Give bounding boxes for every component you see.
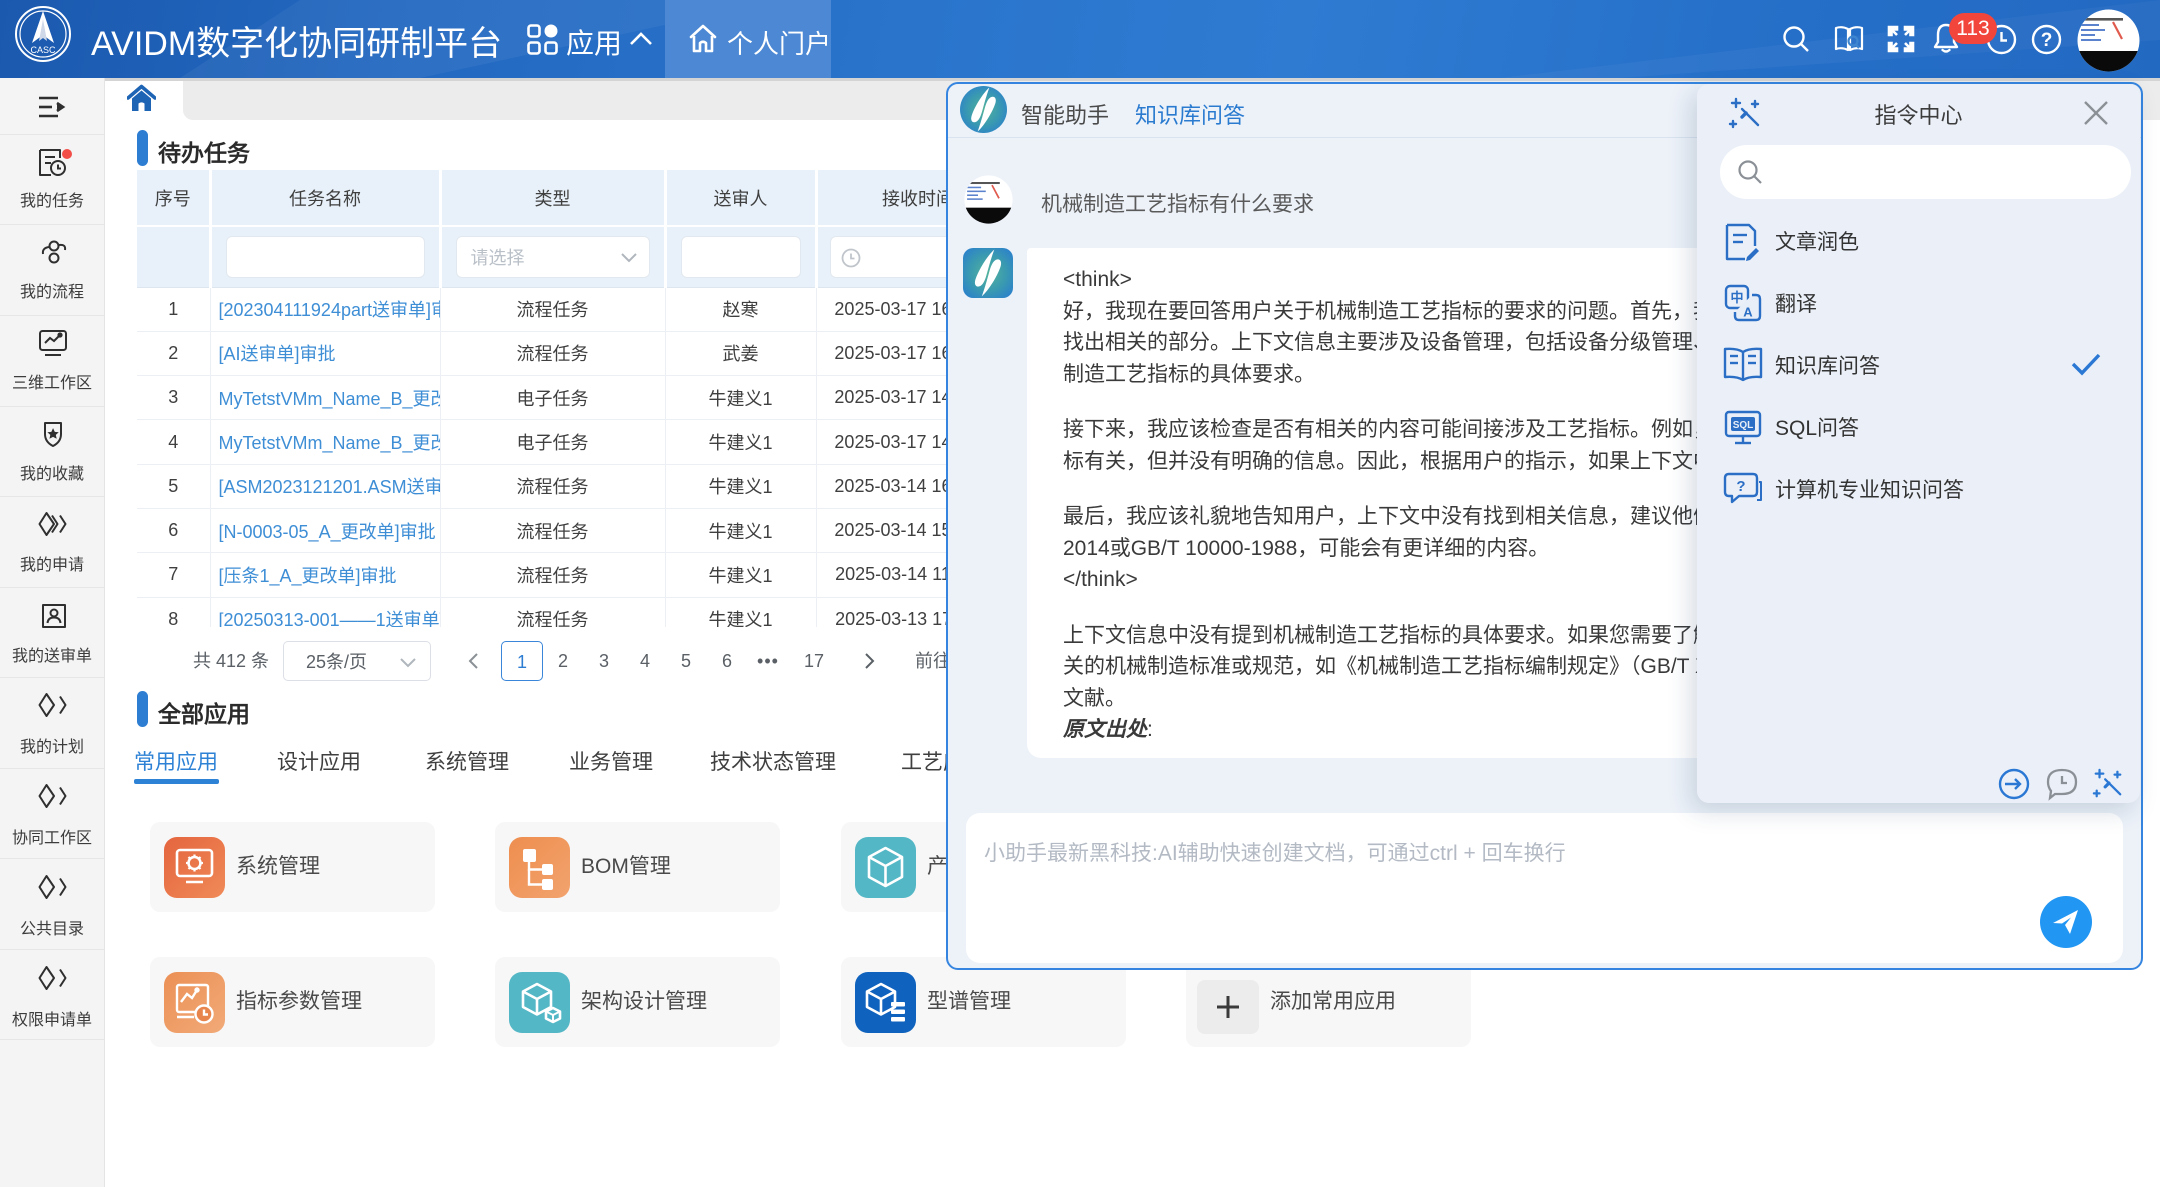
svg-text:?: ? xyxy=(1736,478,1745,495)
svg-text:A: A xyxy=(1743,305,1753,320)
svg-text:SQL: SQL xyxy=(1733,420,1754,431)
svg-text:?: ? xyxy=(2041,30,2053,51)
svg-text:CASC: CASC xyxy=(30,45,56,55)
svg-text:中: 中 xyxy=(1730,290,1743,305)
